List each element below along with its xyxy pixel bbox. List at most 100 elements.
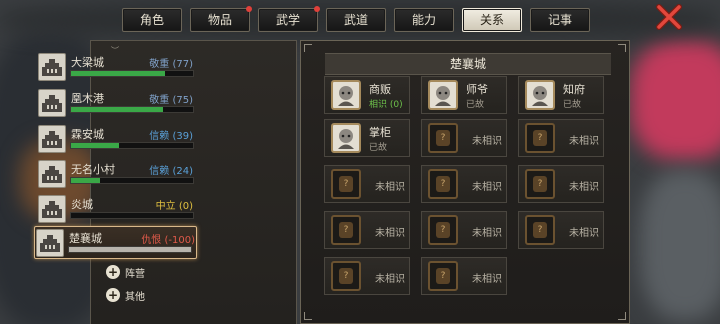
npc-card-unknown[interactable]: ? 未相识 [421,119,507,157]
tab-label: 能力 [411,13,436,27]
npc-card-unknown[interactable]: ? 未相识 [324,165,410,203]
city-row[interactable]: 无名小村 信赖 (24) [36,157,195,190]
city-row[interactable]: 霖安城 信赖 (39) [36,122,195,155]
npc-relation-status: 已故 [369,143,388,153]
relation-status: 敬重 (75) [149,95,193,106]
city-name: 大梁城 [71,56,104,69]
question-mark-icon: ? [436,130,450,146]
npc-unknown-label: 未相识 [375,182,405,193]
unknown-portrait-icon: ? [331,169,361,199]
relation-bar-fill [71,107,163,112]
npc-relation-status: 已故 [563,100,582,110]
npc-relation-status: 相识 (0) [369,100,403,110]
question-mark-icon: ? [436,268,450,284]
city-name: 无名小村 [71,163,115,176]
group-faction-button[interactable]: + 阵营 [106,263,145,281]
npc-unknown-label: 未相识 [472,274,502,285]
close-button[interactable] [656,4,682,30]
city-row[interactable]: 炎城 中立 (0) [36,192,195,225]
npc-card-unknown[interactable]: ? 未相识 [518,165,604,203]
npc-unknown-label: 未相识 [569,136,599,147]
city-building-icon [38,89,66,117]
tab-martial-arts[interactable]: 武学 [258,6,320,32]
city-name: 凰木港 [71,92,104,105]
frame-corner [304,44,312,52]
group-label: 阵营 [125,268,145,280]
question-mark-icon: ? [339,176,353,192]
relation-bar-fill [71,71,165,76]
unknown-portrait-icon: ? [525,169,555,199]
npc-card-unknown[interactable]: ? 未相识 [421,165,507,203]
npc-card[interactable]: 师爷 已故 [421,76,507,114]
unknown-portrait-icon: ? [428,261,458,291]
relation-status: 仇恨 (-100) [141,235,195,246]
unknown-portrait-icon: ? [428,215,458,245]
frame-corner [304,312,312,320]
question-mark-icon: ? [339,268,353,284]
tab-label: 物品 [207,13,232,27]
city-building-icon [36,229,64,257]
npc-card-unknown[interactable]: ? 未相识 [518,211,604,249]
npc-unknown-label: 未相识 [569,228,599,239]
npc-portrait-icon [331,123,361,153]
city-row[interactable]: 凰木港 敬重 (75) [36,86,195,119]
tab-label: 武道 [343,13,368,27]
npc-name: 知府 [563,83,585,96]
unknown-portrait-icon: ? [331,261,361,291]
npc-card-unknown[interactable]: ? 未相识 [421,211,507,249]
city-building-icon [38,195,66,223]
npc-portrait-icon [525,80,555,110]
question-mark-icon: ? [533,176,547,192]
city-name: 炎城 [71,198,93,211]
npc-card-unknown[interactable]: ? 未相识 [518,119,604,157]
question-mark-icon: ? [436,176,450,192]
question-mark-icon: ? [339,222,353,238]
city-building-icon [38,125,66,153]
npc-unknown-label: 未相识 [472,182,502,193]
notification-badge [314,6,320,12]
npc-portrait-icon [331,80,361,110]
question-mark-icon: ? [436,222,450,238]
city-row[interactable]: 楚襄城 仇恨 (-100) [34,226,197,259]
relation-status: 信赖 (24) [149,166,193,177]
tab-abilities[interactable]: 能力 [394,8,454,32]
close-x-icon [656,4,682,30]
npc-card-unknown[interactable]: ? 未相识 [324,257,410,295]
tab-label: 角色 [139,13,164,27]
tab-relations[interactable]: 关系 [462,8,522,32]
unknown-portrait-icon: ? [331,215,361,245]
relation-status: 信赖 (39) [149,131,193,142]
npc-name: 掌柜 [369,126,391,139]
npc-card[interactable]: 商贩 相识 (0) [324,76,410,114]
npc-unknown-label: 未相识 [375,228,405,239]
relation-bar-fill [71,178,101,183]
group-label: 其他 [125,291,145,303]
relation-bar [70,142,194,149]
tab-items[interactable]: 物品 [190,6,252,32]
unknown-portrait-icon: ? [428,123,458,153]
npc-card-unknown[interactable]: ? 未相识 [324,211,410,249]
frame-corner [618,44,626,52]
tab-role[interactable]: 角色 [122,8,182,32]
relation-bar-fill [69,247,191,252]
city-building-icon [38,160,66,188]
npc-card[interactable]: 知府 已故 [518,76,604,114]
group-other-button[interactable]: + 其他 [106,286,145,304]
unknown-portrait-icon: ? [525,123,555,153]
city-row[interactable]: 大梁城 敬重 (77) [36,50,195,83]
relation-status: 敬重 (77) [149,59,193,70]
relation-bar [70,70,194,77]
tab-journal[interactable]: 记事 [530,8,590,32]
npc-card-unknown[interactable]: ? 未相识 [421,257,507,295]
npc-card[interactable]: 掌柜 已故 [324,119,410,157]
frame-corner [618,312,626,320]
tab-label: 记事 [547,13,572,27]
relation-bar [70,106,194,113]
panel-title: 楚襄城 [325,53,611,75]
tab-label: 关系 [479,13,504,27]
npc-unknown-label: 未相识 [569,182,599,193]
unknown-portrait-icon: ? [525,215,555,245]
relation-bar [70,177,194,184]
npc-name: 师爷 [466,83,488,96]
tab-martial-way[interactable]: 武道 [326,8,386,32]
